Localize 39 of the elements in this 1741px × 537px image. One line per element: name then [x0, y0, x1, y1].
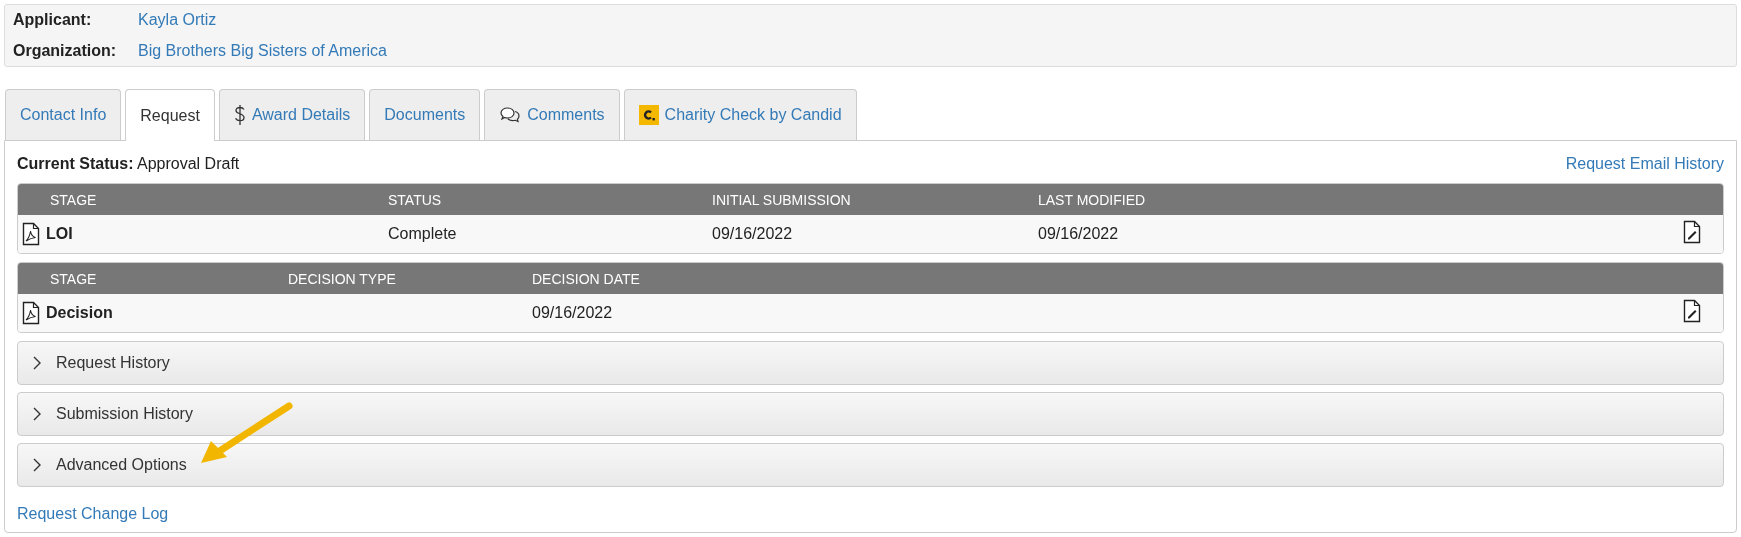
chevron-icon	[32, 355, 42, 371]
column-header: STATUS	[388, 191, 443, 208]
tab[interactable]: Documents	[369, 89, 481, 140]
column-header: DECISION DATE	[532, 270, 641, 287]
column-header: LAST MODIFIED	[1038, 191, 1147, 208]
chevron-icon	[32, 406, 42, 422]
pdf-file-icon[interactable]	[22, 222, 40, 246]
tab[interactable]: Award Details	[218, 89, 366, 140]
tab[interactable]: Contact Info	[5, 89, 122, 140]
edit-document-icon[interactable]	[1683, 299, 1701, 323]
pdf-file-icon[interactable]	[22, 301, 40, 325]
chevron-icon	[32, 457, 42, 473]
email-history-link[interactable]: Request Email History	[1565, 155, 1724, 173]
column-header: STAGE	[49, 191, 98, 208]
column-header: INITIAL SUBMISSION	[712, 191, 852, 208]
field-link[interactable]: Big Brothers Big Sisters of America	[138, 42, 387, 60]
field-link[interactable]: Kayla Ortiz	[138, 11, 217, 29]
accordion-header[interactable]: Submission History	[17, 392, 1724, 436]
field-label: Applicant:	[13, 11, 93, 29]
speech-bubbles-icon	[499, 106, 522, 124]
candid-logo-icon	[638, 105, 659, 125]
table-cell-text: Complete	[388, 225, 458, 243]
accordion-header[interactable]: Request History	[17, 341, 1724, 385]
edit-document-icon[interactable]	[1683, 220, 1701, 244]
current-status: Current Status: Approval Draft	[17, 155, 240, 173]
column-header: STAGE	[49, 270, 98, 287]
tab[interactable]: Comments	[484, 89, 620, 140]
field-label: Organization:	[13, 42, 118, 60]
change-log-link[interactable]: Request Change Log	[17, 505, 169, 522]
table-cell-text: 09/16/2022	[532, 304, 614, 322]
table-cell: Decision	[46, 304, 113, 322]
accordion-header[interactable]: Advanced Options	[17, 443, 1724, 487]
dollar-icon	[233, 104, 246, 126]
table-cell-text: 09/16/2022	[1038, 225, 1120, 243]
column-header: DECISION TYPE	[288, 270, 397, 287]
table-cell: LOI	[46, 225, 73, 243]
tab[interactable]: Request	[125, 89, 215, 141]
tab[interactable]: Charity Check by Candid	[623, 89, 857, 140]
table-cell-text: 09/16/2022	[712, 225, 794, 243]
